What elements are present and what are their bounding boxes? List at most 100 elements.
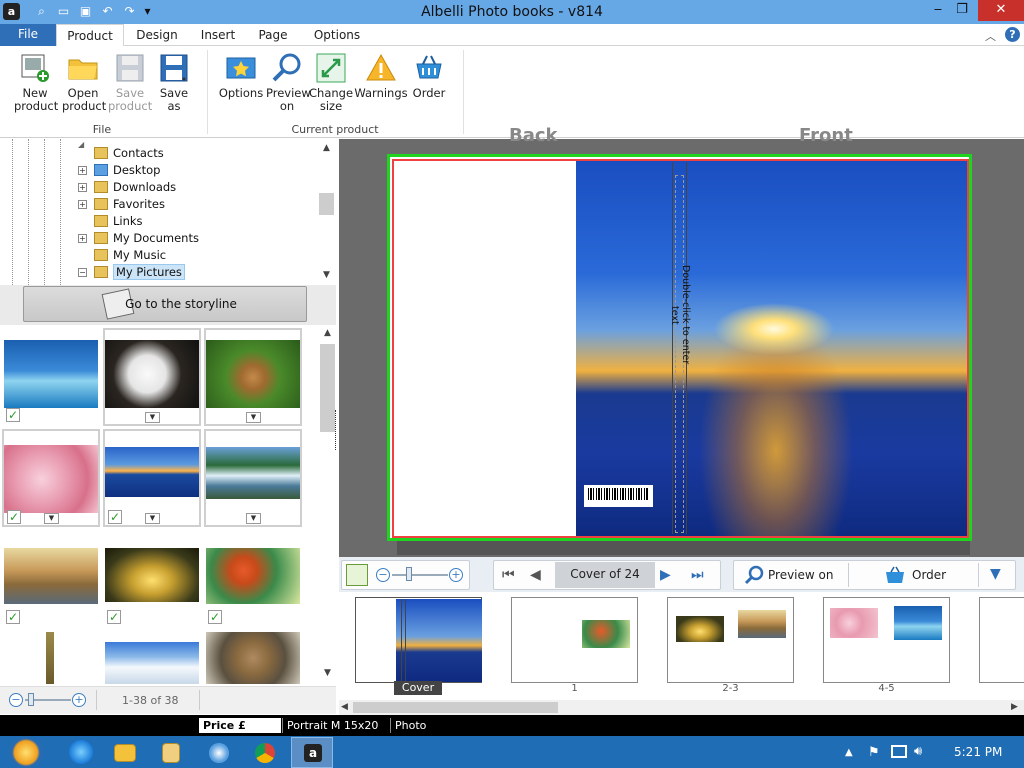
search-quick-icon[interactable]: ⌕ [34, 4, 49, 19]
scroll-thumb[interactable] [320, 344, 335, 432]
canvas-zoom-out-icon[interactable]: − [376, 568, 390, 582]
network-icon[interactable] [891, 745, 907, 758]
albelli-taskbar-icon[interactable]: a [291, 737, 333, 768]
photo-tile[interactable] [204, 630, 302, 684]
tree-scrollbar[interactable]: ▲ ▼ [319, 141, 334, 283]
scroll-right-icon[interactable]: ▶ [1011, 702, 1018, 712]
scroll-down-icon[interactable]: ▼ [319, 268, 334, 283]
chrome-icon[interactable] [255, 743, 275, 763]
add-page-icon[interactable] [346, 564, 368, 586]
photo-tile[interactable]: ✓ [2, 328, 100, 426]
clock[interactable]: 5:21 PM [954, 745, 1002, 759]
photo-tile[interactable] [103, 630, 201, 684]
preview-on-nav-button[interactable]: Preview on [740, 564, 844, 586]
page-indicator[interactable]: Cover of 24 [555, 562, 655, 588]
preview-on-button[interactable]: Preview on [266, 52, 311, 113]
warnings-button[interactable]: Warnings [354, 52, 408, 100]
panel-splitter[interactable] [335, 410, 338, 450]
scroll-thumb[interactable] [353, 702, 558, 713]
photo-tile[interactable]: ✓ [204, 544, 302, 628]
scroll-thumb[interactable] [319, 193, 334, 215]
tree-item-my-documents[interactable]: + My Documents [78, 230, 199, 247]
photo-tile[interactable]: ▼ [103, 328, 201, 426]
new-quick-icon[interactable]: ▭ [56, 4, 71, 19]
expand-icon[interactable]: + [78, 183, 87, 192]
thumb-page-next[interactable] [979, 597, 1024, 683]
options-button[interactable]: Options [218, 52, 264, 100]
tile-menu-icon[interactable]: ▼ [246, 412, 261, 423]
tree-item-contacts[interactable]: Contacts [78, 145, 164, 162]
tree-item-links[interactable]: Links [78, 213, 143, 230]
photo-tile[interactable]: ▼ [204, 429, 302, 527]
canvas-zoom-in-icon[interactable]: + [449, 568, 463, 582]
flag-icon[interactable]: ⚑ [868, 745, 880, 760]
thumb-cover[interactable] [355, 597, 482, 683]
collapse-ribbon-icon[interactable]: ︿ [985, 28, 996, 44]
expand-icon[interactable]: + [78, 166, 87, 175]
start-button[interactable] [9, 737, 43, 768]
tree-item-my-pictures[interactable]: − My Pictures [78, 264, 185, 281]
tree-item-desktop[interactable]: + Desktop [78, 162, 160, 179]
tab-product[interactable]: Product [56, 24, 124, 47]
tab-page[interactable]: Page [252, 24, 294, 46]
change-size-button[interactable]: Change size [309, 52, 353, 113]
show-hidden-icons[interactable]: ▲ [845, 747, 853, 758]
file-explorer-icon[interactable] [114, 744, 136, 762]
tab-options[interactable]: Options [307, 24, 367, 46]
next-page-icon[interactable]: ▶ [660, 567, 671, 583]
scroll-up-icon[interactable]: ▲ [320, 326, 335, 341]
more-options-icon[interactable]: ▼ [990, 566, 1001, 582]
first-page-icon[interactable]: ⏮ [502, 567, 515, 583]
photo-tile[interactable]: ✓ [103, 544, 201, 628]
spine-text[interactable]: Double-click to enter text [669, 255, 691, 375]
tile-menu-icon[interactable]: ▼ [145, 412, 160, 423]
close-button[interactable]: ✕ [978, 0, 1024, 21]
order-nav-button[interactable]: Order [882, 564, 966, 586]
app-icon[interactable] [162, 743, 180, 763]
scroll-up-icon[interactable]: ▲ [319, 141, 334, 156]
tile-menu-icon[interactable]: ▼ [145, 513, 160, 524]
undo-icon[interactable]: ↶ [100, 4, 115, 19]
tab-file[interactable]: File [0, 24, 56, 46]
volume-icon[interactable]: 🔊︎ [914, 744, 922, 759]
photo-tile[interactable]: ✓ ▼ [2, 429, 100, 527]
tab-insert[interactable]: Insert [192, 24, 244, 46]
zoom-handle[interactable] [28, 693, 34, 706]
thumb-page-4-5[interactable] [823, 597, 950, 683]
expand-icon[interactable]: + [78, 234, 87, 243]
save-product-button[interactable]: Save product [108, 52, 152, 113]
collapse-icon[interactable]: − [78, 268, 87, 277]
thumbnails-scrollbar[interactable]: ◀ ▶ [339, 700, 1024, 715]
tree-item-downloads[interactable]: + Downloads [78, 179, 176, 196]
tile-menu-icon[interactable]: ▼ [44, 513, 59, 524]
new-product-button[interactable]: New product [14, 52, 58, 113]
help-icon[interactable]: ? [1005, 27, 1020, 42]
last-page-icon[interactable]: ⏭ [691, 567, 704, 583]
photo-grid-scrollbar[interactable]: ▲ ▼ [319, 326, 336, 684]
tab-design[interactable]: Design [130, 24, 184, 46]
thumb-page-1[interactable] [511, 597, 638, 683]
photo-tile[interactable] [2, 630, 100, 684]
quick-access-dropdown-icon[interactable]: ▾ [140, 4, 155, 19]
photo-tile[interactable]: ▼ [204, 328, 302, 426]
browser-icon[interactable] [209, 743, 229, 763]
restore-button[interactable]: ❐ [946, 0, 978, 21]
canvas-zoom-handle[interactable] [406, 567, 412, 581]
order-button[interactable]: Order [409, 52, 449, 100]
scroll-down-icon[interactable]: ▼ [320, 666, 335, 681]
open-product-button[interactable]: Open product [62, 52, 106, 113]
thumb-page-2-3[interactable] [667, 597, 794, 683]
zoom-in-icon[interactable]: + [72, 693, 86, 707]
save-quick-icon[interactable]: ▣ [78, 4, 93, 19]
redo-icon[interactable]: ↷ [122, 4, 137, 19]
zoom-out-icon[interactable]: − [9, 693, 23, 707]
internet-explorer-icon[interactable] [67, 738, 95, 766]
canvas-zoom-track[interactable] [392, 574, 448, 576]
photo-tile[interactable]: ✓ ▼ [103, 429, 201, 527]
prev-page-icon[interactable]: ◀ [530, 567, 541, 583]
storyline-button[interactable]: Go to the storyline [23, 286, 307, 322]
tree-item-favorites[interactable]: + Favorites [78, 196, 165, 213]
save-as-button[interactable]: Save as [154, 52, 194, 113]
expand-icon[interactable]: + [78, 200, 87, 209]
photo-tile[interactable]: ✓ [2, 544, 100, 628]
